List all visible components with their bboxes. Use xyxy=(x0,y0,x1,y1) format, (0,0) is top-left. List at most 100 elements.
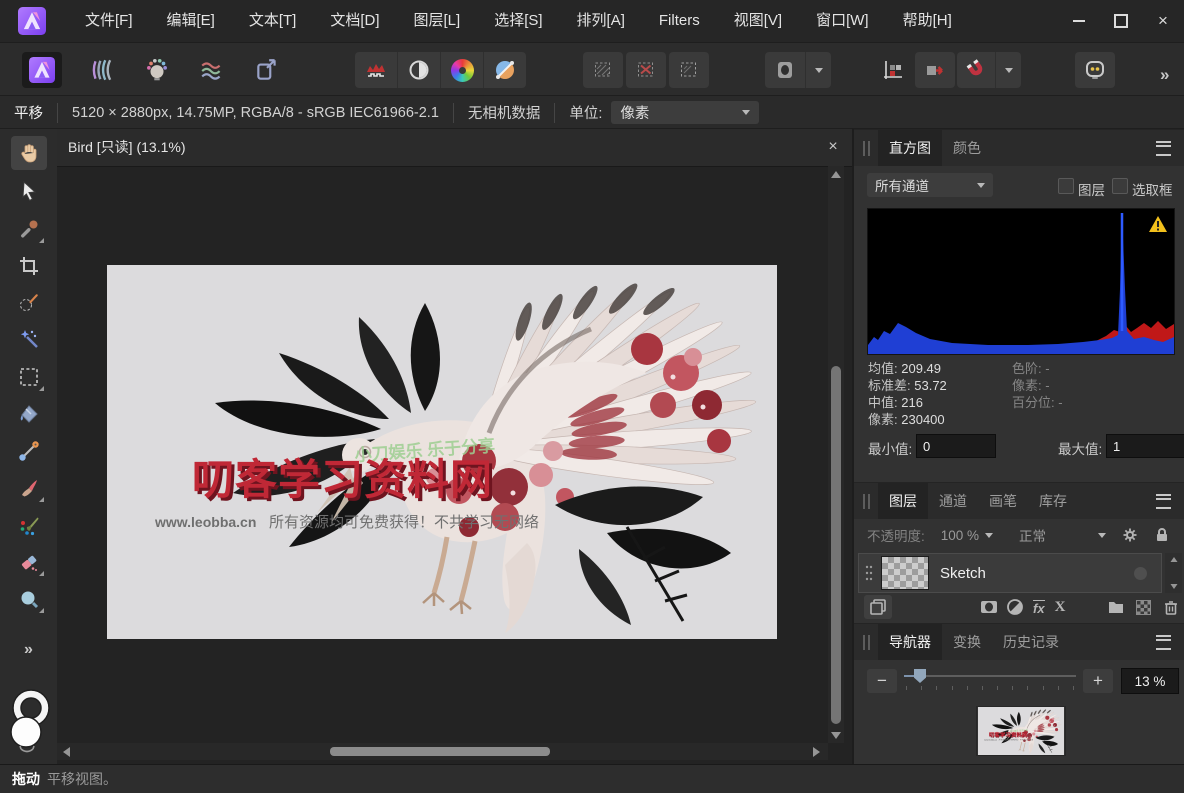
tone-mapping-persona-button[interactable] xyxy=(192,52,232,88)
tools-overflow-button[interactable]: » xyxy=(0,641,57,659)
flood-fill-tool[interactable] xyxy=(11,397,47,431)
assistant-button[interactable] xyxy=(765,52,806,88)
layers-scroll-up-icon[interactable] xyxy=(1170,557,1177,562)
live-filter-button[interactable]: X xyxy=(1055,599,1066,616)
scroll-right-arrow[interactable] xyxy=(813,747,820,757)
view-tool[interactable] xyxy=(11,136,47,170)
snapping-button[interactable] xyxy=(957,52,996,88)
menu-select[interactable]: 选择[S] xyxy=(477,0,559,42)
zoom-slider-track[interactable] xyxy=(904,675,1076,677)
snapping-dropdown-button[interactable] xyxy=(996,52,1021,88)
photo-persona-button[interactable] xyxy=(22,52,62,88)
gradient-tool[interactable] xyxy=(11,434,47,468)
selection-marquee-button[interactable] xyxy=(669,52,709,88)
menu-filters[interactable]: Filters xyxy=(642,0,717,42)
unit-dropdown[interactable]: 像素 xyxy=(611,101,759,124)
group-layers-button[interactable] xyxy=(1107,599,1125,615)
auto-white-balance-button[interactable] xyxy=(484,52,526,88)
histogram-min-input[interactable] xyxy=(916,434,996,458)
menu-arrange[interactable]: 排列[A] xyxy=(560,0,642,42)
menu-text[interactable]: 文本[T] xyxy=(232,0,314,42)
document-tab[interactable]: Bird [只读] (13.1%) xyxy=(68,129,185,166)
zoom-slider-handle[interactable] xyxy=(914,669,926,683)
blend-mode-chevron-icon[interactable] xyxy=(1098,533,1106,538)
panel-menu-icon[interactable] xyxy=(1156,494,1171,509)
menu-file[interactable]: 文件[F] xyxy=(68,0,150,42)
colour-replacement-brush-tool[interactable] xyxy=(11,508,47,542)
horizontal-scroll-thumb[interactable] xyxy=(330,747,550,756)
mask-layer-button[interactable] xyxy=(980,599,998,615)
vertical-scrollbar[interactable] xyxy=(828,166,844,743)
navigator-thumbnail[interactable] xyxy=(977,707,1065,755)
minimize-button[interactable] xyxy=(1058,0,1100,42)
tab-stock[interactable]: 库存 xyxy=(1028,483,1078,519)
tab-brushes[interactable]: 画笔 xyxy=(978,483,1028,519)
scroll-up-arrow[interactable] xyxy=(831,171,841,178)
scroll-left-arrow[interactable] xyxy=(63,747,70,757)
new-layer-button[interactable] xyxy=(1136,600,1151,615)
marquee-select-tool[interactable] xyxy=(11,360,47,394)
tab-layers[interactable]: 图层 xyxy=(878,483,928,519)
tab-navigator[interactable]: 导航器 xyxy=(878,624,942,660)
scroll-down-arrow[interactable] xyxy=(831,732,841,739)
develop-persona-button[interactable] xyxy=(137,52,177,88)
toolbar-overflow-button[interactable]: » xyxy=(1160,65,1169,85)
crop-tool[interactable] xyxy=(11,249,47,283)
menu-layer[interactable]: 图层[L] xyxy=(397,0,478,42)
warning-icon[interactable] xyxy=(1148,215,1168,233)
panel-menu-icon[interactable] xyxy=(1156,141,1171,156)
histogram-max-input[interactable] xyxy=(1106,434,1184,458)
channel-dropdown[interactable]: 所有通道 xyxy=(867,173,993,197)
selection-hatched-button[interactable] xyxy=(583,52,623,88)
maximize-button[interactable] xyxy=(1100,0,1142,42)
lock-icon[interactable] xyxy=(1154,527,1170,543)
layers-scroll-down-icon[interactable] xyxy=(1170,584,1177,589)
deselect-button[interactable] xyxy=(626,52,666,88)
assistant-dropdown-button[interactable] xyxy=(806,52,831,88)
auto-colour-button[interactable] xyxy=(441,52,484,88)
adjustment-layer-button[interactable] xyxy=(1007,599,1023,615)
layer-name[interactable]: Sketch xyxy=(940,565,986,582)
tab-colour[interactable]: 颜色 xyxy=(942,130,992,166)
menu-help[interactable]: 帮助[H] xyxy=(886,0,969,42)
stock-assistant-button[interactable] xyxy=(1075,52,1115,88)
menu-edit[interactable]: 编辑[E] xyxy=(150,0,232,42)
blur-tool[interactable] xyxy=(11,582,47,616)
opacity-value[interactable]: 100 % xyxy=(941,528,979,543)
menu-window[interactable]: 窗口[W] xyxy=(799,0,886,42)
panel-drag-handle[interactable] xyxy=(863,635,870,650)
tab-histogram[interactable]: 直方图 xyxy=(878,130,942,166)
tab-close-button[interactable]: × xyxy=(822,136,844,158)
erase-brush-tool[interactable] xyxy=(11,545,47,579)
delete-layer-button[interactable] xyxy=(1162,598,1180,616)
export-persona-button[interactable] xyxy=(247,52,287,88)
tab-history[interactable]: 历史记录 xyxy=(992,624,1070,660)
panel-menu-icon[interactable] xyxy=(1156,635,1171,650)
colour-swatches[interactable] xyxy=(7,689,51,753)
auto-contrast-button[interactable] xyxy=(398,52,441,88)
marquee-checkbox[interactable] xyxy=(1112,178,1128,194)
flood-select-tool[interactable] xyxy=(11,322,47,356)
liquify-persona-button[interactable] xyxy=(82,52,122,88)
layer-visibility-toggle[interactable] xyxy=(1134,567,1147,580)
tab-channels[interactable]: 通道 xyxy=(928,483,978,519)
auto-levels-button[interactable] xyxy=(355,52,398,88)
layer-row-sketch[interactable]: Sketch xyxy=(858,553,1162,593)
paint-brush-tool[interactable] xyxy=(11,471,47,505)
zoom-slider[interactable] xyxy=(904,666,1076,696)
horizontal-scrollbar[interactable] xyxy=(57,743,828,760)
layer-thumbnail[interactable] xyxy=(881,556,929,590)
menu-document[interactable]: 文档[D] xyxy=(313,0,396,42)
selection-brush-tool[interactable] xyxy=(11,285,47,319)
chevron-down-icon[interactable] xyxy=(985,533,993,538)
zoom-value[interactable]: 13 % xyxy=(1121,668,1179,694)
snapping-grid-button[interactable] xyxy=(873,52,913,88)
layer-drag-handle-icon[interactable] xyxy=(865,564,873,582)
panel-drag-handle[interactable] xyxy=(863,141,870,156)
colour-picker-tool[interactable] xyxy=(11,212,47,246)
panel-drag-handle[interactable] xyxy=(863,494,870,509)
layer-effects-button[interactable]: fx xyxy=(1033,600,1045,615)
gear-icon[interactable] xyxy=(1122,527,1138,543)
blend-mode-value[interactable]: 正常 xyxy=(1019,525,1046,545)
zoom-in-button[interactable]: + xyxy=(1083,669,1113,693)
